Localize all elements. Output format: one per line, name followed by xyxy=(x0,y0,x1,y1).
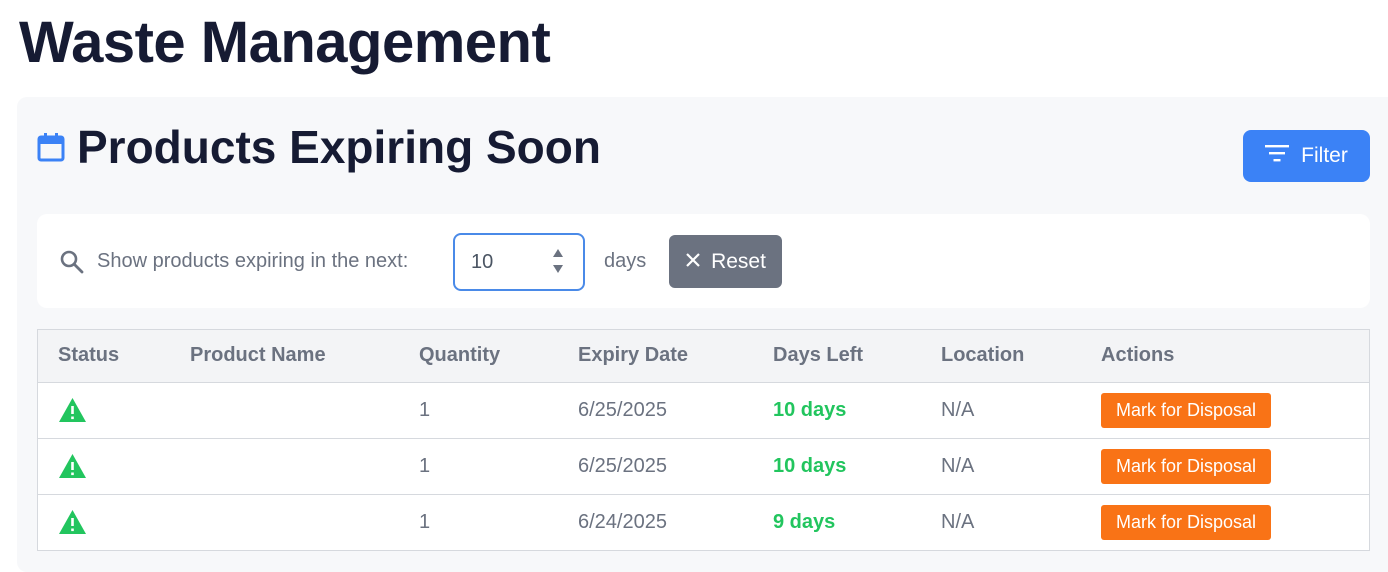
filter-button-label: Filter xyxy=(1301,144,1348,167)
filter-icon xyxy=(1265,144,1290,168)
section-header: Products Expiring Soon xyxy=(37,121,601,173)
filter-label: Show products expiring in the next: xyxy=(97,250,409,272)
column-header-days-left[interactable]: Days Left xyxy=(753,330,921,383)
search-icon xyxy=(59,249,85,275)
mark-for-disposal-button[interactable]: Mark for Disposal xyxy=(1101,448,1272,484)
days-left-cell: 10 days xyxy=(773,398,847,421)
column-header-quantity[interactable]: Quantity xyxy=(399,330,558,383)
table-row: 1 6/24/2025 9 days N/A Mark for Disposal xyxy=(38,494,1369,550)
filter-button[interactable]: Filter xyxy=(1243,130,1370,182)
page-title: Waste Management xyxy=(19,10,551,75)
product-name-cell xyxy=(170,382,399,438)
number-spinner-icon[interactable] xyxy=(551,247,565,277)
filter-bar: Show products expiring in the next: days… xyxy=(37,214,1370,308)
section-title: Products Expiring Soon xyxy=(77,121,601,173)
days-unit-label: days xyxy=(604,250,647,272)
close-icon xyxy=(685,250,701,274)
product-name-cell xyxy=(170,494,399,550)
mark-for-disposal-button[interactable]: Mark for Disposal xyxy=(1101,392,1272,428)
location-cell: N/A xyxy=(941,510,975,533)
column-header-actions: Actions xyxy=(1081,330,1369,383)
quantity-cell: 1 xyxy=(419,398,431,421)
warning-icon xyxy=(58,453,87,479)
column-header-location[interactable]: Location xyxy=(921,330,1081,383)
table-header-row: Status Product Name Quantity Expiry Date… xyxy=(38,330,1369,383)
quantity-cell: 1 xyxy=(419,510,431,533)
location-cell: N/A xyxy=(941,398,975,421)
days-left-cell: 10 days xyxy=(773,454,847,477)
days-left-cell: 9 days xyxy=(773,510,836,533)
column-header-expiry-date[interactable]: Expiry Date xyxy=(558,330,753,383)
product-name-cell xyxy=(170,438,399,494)
expiring-products-panel: Products Expiring Soon Filter Show produ… xyxy=(17,97,1388,572)
reset-button[interactable]: Reset xyxy=(669,235,782,288)
warning-icon xyxy=(58,509,87,535)
days-input-wrapper[interactable] xyxy=(453,233,585,291)
expiry-date-cell: 6/25/2025 xyxy=(578,454,667,477)
mark-for-disposal-button[interactable]: Mark for Disposal xyxy=(1101,504,1272,540)
column-header-status[interactable]: Status xyxy=(38,330,170,383)
warning-icon xyxy=(58,397,87,423)
calendar-icon xyxy=(37,132,65,162)
column-header-product-name[interactable]: Product Name xyxy=(170,330,399,383)
location-cell: N/A xyxy=(941,454,975,477)
expiry-date-cell: 6/24/2025 xyxy=(578,510,667,533)
table-row: 1 6/25/2025 10 days N/A Mark for Disposa… xyxy=(38,382,1369,438)
table-row: 1 6/25/2025 10 days N/A Mark for Disposa… xyxy=(38,438,1369,494)
quantity-cell: 1 xyxy=(419,454,431,477)
expiring-products-table: Status Product Name Quantity Expiry Date… xyxy=(37,329,1370,551)
expiry-date-cell: 6/25/2025 xyxy=(578,398,667,421)
days-input[interactable] xyxy=(471,249,541,275)
reset-button-label: Reset xyxy=(711,249,766,273)
